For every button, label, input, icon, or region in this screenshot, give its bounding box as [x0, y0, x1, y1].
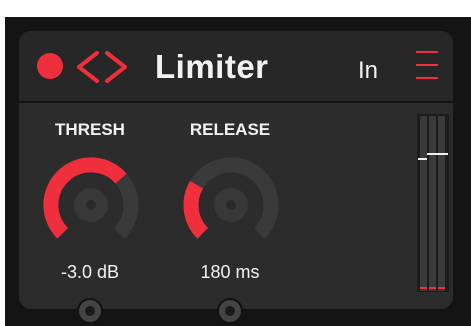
thresh-knob-dot	[86, 200, 96, 210]
menu-line-icon	[416, 77, 438, 79]
input-peak-marker	[418, 158, 427, 160]
power-button[interactable]	[37, 53, 63, 79]
release-label: RELEASE	[189, 120, 271, 139]
next-preset-chevron-icon[interactable]	[97, 47, 133, 87]
plugin-title: Limiter	[155, 48, 269, 85]
meter-bar-2	[429, 116, 436, 291]
release-value: 180 ms	[200, 262, 260, 282]
release-knob[interactable]	[176, 150, 286, 260]
meter-clip-indicator-2	[429, 287, 436, 289]
release-modulation-port-icon[interactable]	[215, 296, 245, 326]
thresh-knob[interactable]	[36, 150, 146, 260]
menu-icon[interactable]	[416, 51, 438, 81]
menu-line-icon	[416, 51, 438, 53]
menu-line-icon	[416, 64, 438, 66]
meter-bar-3	[438, 116, 445, 291]
thresh-modulation-port-icon[interactable]	[75, 296, 105, 326]
release-knob-arc	[183, 180, 209, 239]
bypass-toggle[interactable]: In	[358, 57, 378, 85]
meter-clip-indicator-1	[420, 287, 427, 289]
thresh-value: -3.0 dB	[60, 262, 120, 282]
output-peak-marker	[427, 152, 448, 155]
meter-bar-1	[420, 116, 427, 291]
thresh-label: THRESH	[55, 120, 125, 139]
meter-clip-indicator-3	[438, 287, 445, 289]
release-knob-dot	[226, 200, 236, 210]
